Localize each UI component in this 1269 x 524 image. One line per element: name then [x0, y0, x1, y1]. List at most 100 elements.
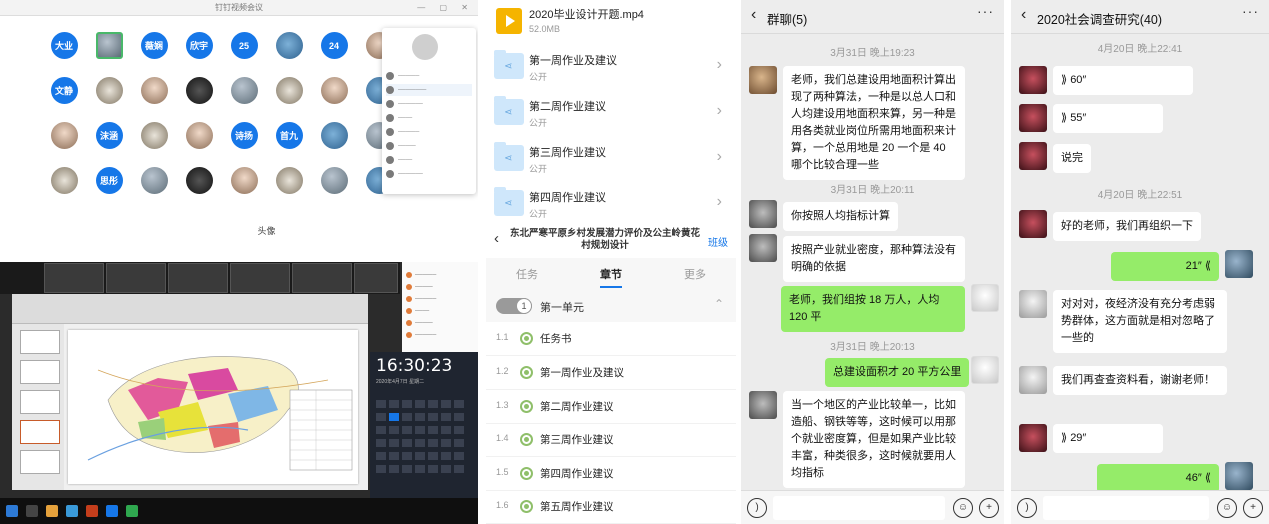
plus-icon[interactable]: +: [1243, 498, 1263, 518]
calendar-day-cell[interactable]: [454, 413, 464, 421]
plus-icon[interactable]: +: [979, 498, 999, 518]
tab-chapters[interactable]: 章节: [600, 266, 622, 282]
calendar-day-cell[interactable]: [376, 400, 386, 408]
calendar-day-cell[interactable]: [454, 400, 464, 408]
chapter-item[interactable]: 1.5 第四周作业建议: [486, 457, 736, 491]
calendar-day-cell[interactable]: [454, 452, 464, 460]
search-icon[interactable]: [26, 505, 38, 517]
avatar[interactable]: [1019, 290, 1047, 318]
avatar[interactable]: [971, 284, 999, 312]
calendar-day-cell[interactable]: [428, 426, 438, 434]
popup-item[interactable]: ─────: [386, 140, 472, 152]
calendar-day-cell[interactable]: [454, 465, 464, 473]
popup-item[interactable]: ──────: [386, 126, 472, 138]
class-button[interactable]: 班级: [708, 234, 728, 249]
avatar[interactable]: [1019, 142, 1047, 170]
calendar-day-cell[interactable]: [428, 413, 438, 421]
message-input[interactable]: [773, 496, 945, 520]
voice-message[interactable]: 46″ ⟪: [1097, 464, 1219, 493]
more-icon[interactable]: ···: [1242, 3, 1259, 19]
more-icon[interactable]: ···: [977, 3, 994, 19]
calendar-day-cell[interactable]: [389, 439, 399, 447]
voice-message[interactable]: ⟫ 60″: [1053, 66, 1193, 95]
attendee-tile[interactable]: 头像: [239, 217, 295, 251]
calendar-day-cell[interactable]: [389, 413, 399, 421]
popup-item[interactable]: ───────: [386, 168, 472, 180]
chapter-item[interactable]: 1.2 第一周作业及建议: [486, 356, 736, 390]
avatar[interactable]: [1019, 104, 1047, 132]
calendar-day-cell[interactable]: [415, 439, 425, 447]
slide-thumb[interactable]: [20, 330, 60, 354]
folder-row[interactable]: ⋖ 第一周作业及建议 公开 ›: [486, 46, 736, 92]
ppt-ribbon[interactable]: [12, 294, 368, 324]
video-thumbnail[interactable]: [354, 263, 398, 293]
calendar-day-cell[interactable]: [389, 452, 399, 460]
slide-thumb[interactable]: [20, 420, 60, 444]
calendar-day-cell[interactable]: [402, 452, 412, 460]
powerpoint-icon[interactable]: [86, 505, 98, 517]
popup-item[interactable]: ───────: [386, 98, 472, 110]
avatar[interactable]: [971, 356, 999, 384]
browser-icon[interactable]: [66, 505, 78, 517]
folder-row[interactable]: ⋖ 第三周作业建议 公开 ›: [486, 138, 736, 184]
back-arrow-icon[interactable]: ‹: [751, 6, 756, 24]
popup-item[interactable]: ──────: [386, 70, 472, 82]
window-controls[interactable]: — ▢ ✕: [417, 0, 474, 16]
avatar[interactable]: [1019, 366, 1047, 394]
slide-thumb[interactable]: [20, 360, 60, 384]
calendar-day-cell[interactable]: [441, 452, 451, 460]
tab-more[interactable]: 更多: [684, 266, 706, 282]
voice-message[interactable]: 21″ ⟪: [1111, 252, 1219, 281]
calendar-day-cell[interactable]: [441, 413, 451, 421]
folder-icon[interactable]: [46, 505, 58, 517]
calendar-day-cell[interactable]: [376, 426, 386, 434]
calendar-day-cell[interactable]: [376, 452, 386, 460]
calendar-day-cell[interactable]: [402, 413, 412, 421]
chapter-item[interactable]: 1.1 任务书: [486, 322, 736, 356]
tab-tasks[interactable]: 任务: [516, 266, 538, 282]
chevron-up-icon[interactable]: ⌃: [714, 297, 724, 311]
unit-row[interactable]: 1 第一单元 ⌃: [486, 290, 736, 322]
back-arrow-icon[interactable]: ‹: [1021, 6, 1026, 24]
calendar-day-cell[interactable]: [441, 400, 451, 408]
avatar[interactable]: [1019, 424, 1047, 452]
calendar-day-cell[interactable]: [376, 465, 386, 473]
emoji-icon[interactable]: ☺: [1217, 498, 1237, 518]
calendar-day-cell[interactable]: [389, 465, 399, 473]
calendar-day-cell[interactable]: [402, 400, 412, 408]
calendar-day-cell[interactable]: [441, 439, 451, 447]
back-arrow-icon[interactable]: ‹: [494, 230, 499, 247]
video-thumbnail[interactable]: [230, 263, 290, 293]
calendar-day-cell[interactable]: [415, 400, 425, 408]
calendar-day-cell[interactable]: [428, 400, 438, 408]
video-file-row[interactable]: 2020毕业设计开题.mp4 52.0MB: [486, 0, 736, 46]
avatar[interactable]: [1225, 462, 1253, 490]
calendar-day-cell[interactable]: [428, 439, 438, 447]
slide-thumb[interactable]: [20, 390, 60, 414]
video-thumbnail[interactable]: [106, 263, 166, 293]
calendar-day-cell[interactable]: [402, 439, 412, 447]
calendar-day-cell[interactable]: [454, 439, 464, 447]
chapter-item[interactable]: 1.6 第五周作业建议: [486, 490, 736, 524]
emoji-icon[interactable]: ☺: [953, 498, 973, 518]
calendar-day-cell[interactable]: [415, 465, 425, 473]
calendar-day-cell[interactable]: [376, 413, 386, 421]
unit-toggle[interactable]: 1: [496, 298, 532, 314]
calendar-day-cell[interactable]: [415, 413, 425, 421]
calendar-day-cell[interactable]: [441, 426, 451, 434]
avatar[interactable]: [1019, 210, 1047, 238]
folder-row[interactable]: ⋖ 第四周作业建议 公开 ›: [486, 183, 736, 229]
avatar[interactable]: [749, 391, 777, 419]
calendar-day-cell[interactable]: [428, 452, 438, 460]
calendar-day-cell[interactable]: [415, 426, 425, 434]
calendar-day-cell[interactable]: [402, 465, 412, 473]
chapter-item[interactable]: 1.3 第二周作业建议: [486, 390, 736, 424]
popup-item[interactable]: ────────: [386, 84, 472, 96]
avatar[interactable]: [1225, 250, 1253, 278]
folder-row[interactable]: ⋖ 第二周作业建议 公开 ›: [486, 92, 736, 138]
calendar-day-cell[interactable]: [415, 452, 425, 460]
voice-message[interactable]: ⟫ 29″: [1053, 424, 1163, 453]
popup-item[interactable]: ────: [386, 112, 472, 124]
calendar-day-cell[interactable]: [402, 426, 412, 434]
voice-toggle-icon[interactable]: ): [1017, 498, 1037, 518]
